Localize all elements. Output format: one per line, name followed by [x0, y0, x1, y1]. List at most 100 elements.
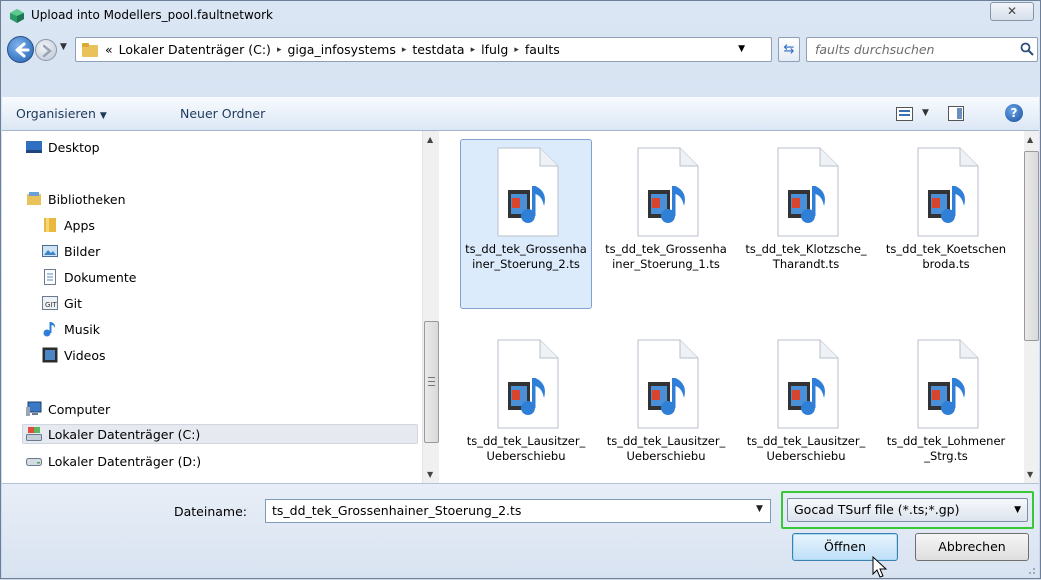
- file-type-select[interactable]: Gocad TSurf file (*.ts;*.gp) ▼: [787, 498, 1028, 522]
- preview-pane-icon[interactable]: [948, 106, 964, 121]
- back-button[interactable]: [7, 36, 34, 63]
- file-item[interactable]: ts_dd_tek_Lausitzer_Ueberschiebu: [740, 331, 872, 483]
- desktop-icon: [26, 141, 42, 153]
- title-bar: Upload into Modellers_pool.faultnetwork …: [1, 1, 1040, 31]
- address-dropdown-icon[interactable]: ▼: [738, 44, 745, 54]
- command-toolbar: Organisieren ▼ Neuer Ordner ▼ ?: [2, 97, 1039, 131]
- nav-item-drive-c[interactable]: Lokaler Datenträger (C:): [22, 424, 418, 444]
- chevron-down-icon: ▼: [1014, 505, 1021, 515]
- scroll-down-icon[interactable]: ▼: [1027, 470, 1033, 479]
- nav-item-label: Git: [64, 295, 83, 311]
- file-list: ts_dd_tek_Grossenhainer_Stoerung_2.ts ts_…: [440, 131, 1024, 483]
- file-name: ts_dd_tek_Lausitzer_Ueberschiebu: [606, 434, 726, 463]
- filename-input[interactable]: ts_dd_tek_Grossenhainer_Stoerung_2.ts: [265, 499, 771, 523]
- mouse-cursor-icon: [872, 556, 888, 578]
- breadcrumb-separator-icon[interactable]: ▸: [514, 45, 519, 55]
- search-icon[interactable]: [1020, 42, 1034, 56]
- nav-scroll-thumb[interactable]: [424, 321, 439, 443]
- help-icon[interactable]: ?: [1005, 104, 1023, 122]
- navigation-pane: Desktop Bibliotheken Apps Bilder Dokumen…: [2, 131, 439, 483]
- breadcrumb-separator-icon[interactable]: ▸: [277, 45, 282, 55]
- nav-item-label: Bilder: [64, 243, 101, 259]
- breadcrumb-item[interactable]: lfulg: [481, 42, 508, 57]
- search-input[interactable]: faults durchsuchen: [806, 37, 1038, 62]
- file-item[interactable]: ts_dd_tek_Grossenhainer_Stoerung_1.ts: [600, 139, 732, 309]
- breadcrumb-item[interactable]: Lokaler Datenträger (C:): [119, 42, 271, 57]
- resize-grip-icon[interactable]: [1026, 565, 1036, 575]
- recent-pages-dropdown[interactable]: ▼: [60, 42, 72, 54]
- breadcrumb-item[interactable]: faults: [525, 42, 560, 57]
- filename-dropdown-icon[interactable]: ▼: [756, 504, 763, 514]
- breadcrumb-separator-icon[interactable]: ▸: [402, 45, 407, 55]
- file-name: ts_dd_tek_Lohmener_Strg.ts: [886, 434, 1006, 463]
- arrow-right-icon: [42, 44, 52, 58]
- file-name: ts_dd_tek_Klotzsche_Tharandt.ts: [745, 242, 867, 271]
- file-name: ts_dd_tek_Lausitzer_Ueberschiebu: [746, 434, 866, 463]
- nav-item-pictures[interactable]: Bilder: [42, 241, 100, 261]
- file-name: ts_dd_tek_Koetschenbroda.ts: [885, 242, 1007, 271]
- nav-item-label: Lokaler Datenträger (C:): [48, 426, 201, 442]
- scroll-up-icon[interactable]: ▲: [427, 135, 433, 144]
- nav-item-label: Apps: [64, 217, 95, 233]
- media-file-icon: [917, 147, 979, 237]
- nav-item-libraries[interactable]: Bibliotheken: [26, 189, 126, 209]
- folder-icon: [82, 42, 98, 57]
- media-file-icon: [777, 147, 839, 237]
- videos-icon: [42, 347, 58, 363]
- file-type-value: Gocad TSurf file (*.ts;*.gp): [794, 502, 960, 517]
- forward-button[interactable]: [35, 39, 57, 61]
- nav-scrollbar[interactable]: ▲ ▼: [422, 131, 439, 483]
- main-area: Desktop Bibliotheken Apps Bilder Dokumen…: [2, 131, 1039, 483]
- file-item[interactable]: ts_dd_tek_Klotzsche_Tharandt.ts: [740, 139, 872, 309]
- nav-item-git[interactable]: GIT Git: [42, 293, 82, 313]
- nav-item-desktop[interactable]: Desktop: [26, 137, 100, 157]
- file-item[interactable]: ts_dd_tek_Grossenhainer_Stoerung_2.ts: [460, 139, 592, 309]
- nav-item-label: Lokaler Datenträger (D:): [48, 453, 202, 469]
- nav-item-documents[interactable]: Dokumente: [42, 267, 136, 287]
- grip-icon: [428, 377, 435, 386]
- git-icon: GIT: [42, 296, 58, 310]
- breadcrumb-item[interactable]: testdata: [412, 42, 464, 57]
- file-item[interactable]: ts_dd_tek_Koetschenbroda.ts: [880, 139, 1012, 309]
- libraries-icon: [27, 192, 41, 205]
- nav-item-music[interactable]: Musik: [42, 319, 100, 339]
- refresh-icon: ⇆: [783, 42, 795, 57]
- address-overflow[interactable]: «: [105, 42, 113, 57]
- refresh-button[interactable]: ⇆: [778, 37, 800, 62]
- file-list-scroll-thumb[interactable]: [1024, 151, 1039, 341]
- svg-text:GIT: GIT: [45, 301, 57, 309]
- file-item[interactable]: ts_dd_tek_Lohmener_Strg.ts: [880, 331, 1012, 483]
- view-options-dropdown[interactable]: ▼: [922, 108, 929, 118]
- chevron-down-icon: ▼: [99, 111, 107, 121]
- media-file-icon: [637, 339, 699, 429]
- computer-icon: [26, 401, 42, 416]
- scroll-up-icon[interactable]: ▲: [1027, 135, 1033, 144]
- file-name: ts_dd_tek_Grossenhainer_Stoerung_2.ts: [465, 242, 587, 271]
- music-icon: [43, 322, 56, 337]
- navigation-row: ▼ « Lokaler Datenträger (C:) ▸ giga_info…: [1, 31, 1040, 67]
- file-list-scrollbar[interactable]: ▲ ▼: [1024, 131, 1039, 483]
- new-folder-button[interactable]: Neuer Ordner: [180, 106, 265, 121]
- filter-highlight: Gocad TSurf file (*.ts;*.gp) ▼: [781, 491, 1034, 529]
- nav-item-label: Videos: [64, 347, 106, 363]
- drive-icon: [26, 458, 42, 466]
- media-file-icon: [777, 339, 839, 429]
- address-bar[interactable]: « Lokaler Datenträger (C:) ▸ giga_infosy…: [75, 37, 772, 62]
- scroll-down-icon[interactable]: ▼: [427, 470, 433, 479]
- nav-item-apps[interactable]: Apps: [42, 215, 95, 235]
- media-file-icon: [497, 339, 559, 429]
- organize-button[interactable]: Organisieren ▼: [16, 106, 107, 121]
- folder-icon: [44, 218, 56, 232]
- nav-item-computer[interactable]: Computer: [26, 399, 110, 419]
- change-view-icon[interactable]: [896, 107, 913, 121]
- nav-item-label: Musik: [64, 321, 100, 337]
- nav-item-videos[interactable]: Videos: [42, 345, 106, 365]
- file-item[interactable]: ts_dd_tek_Lausitzer_Ueberschiebu: [460, 331, 592, 483]
- documents-icon: [44, 269, 56, 285]
- close-button[interactable]: ✕: [990, 2, 1034, 21]
- cancel-button[interactable]: Abbrechen: [915, 533, 1029, 561]
- nav-item-drive-d[interactable]: Lokaler Datenträger (D:): [26, 451, 201, 471]
- breadcrumb-item[interactable]: giga_infosystems: [287, 42, 395, 57]
- breadcrumb-separator-icon[interactable]: ▸: [471, 45, 476, 55]
- file-item[interactable]: ts_dd_tek_Lausitzer_Ueberschiebu: [600, 331, 732, 483]
